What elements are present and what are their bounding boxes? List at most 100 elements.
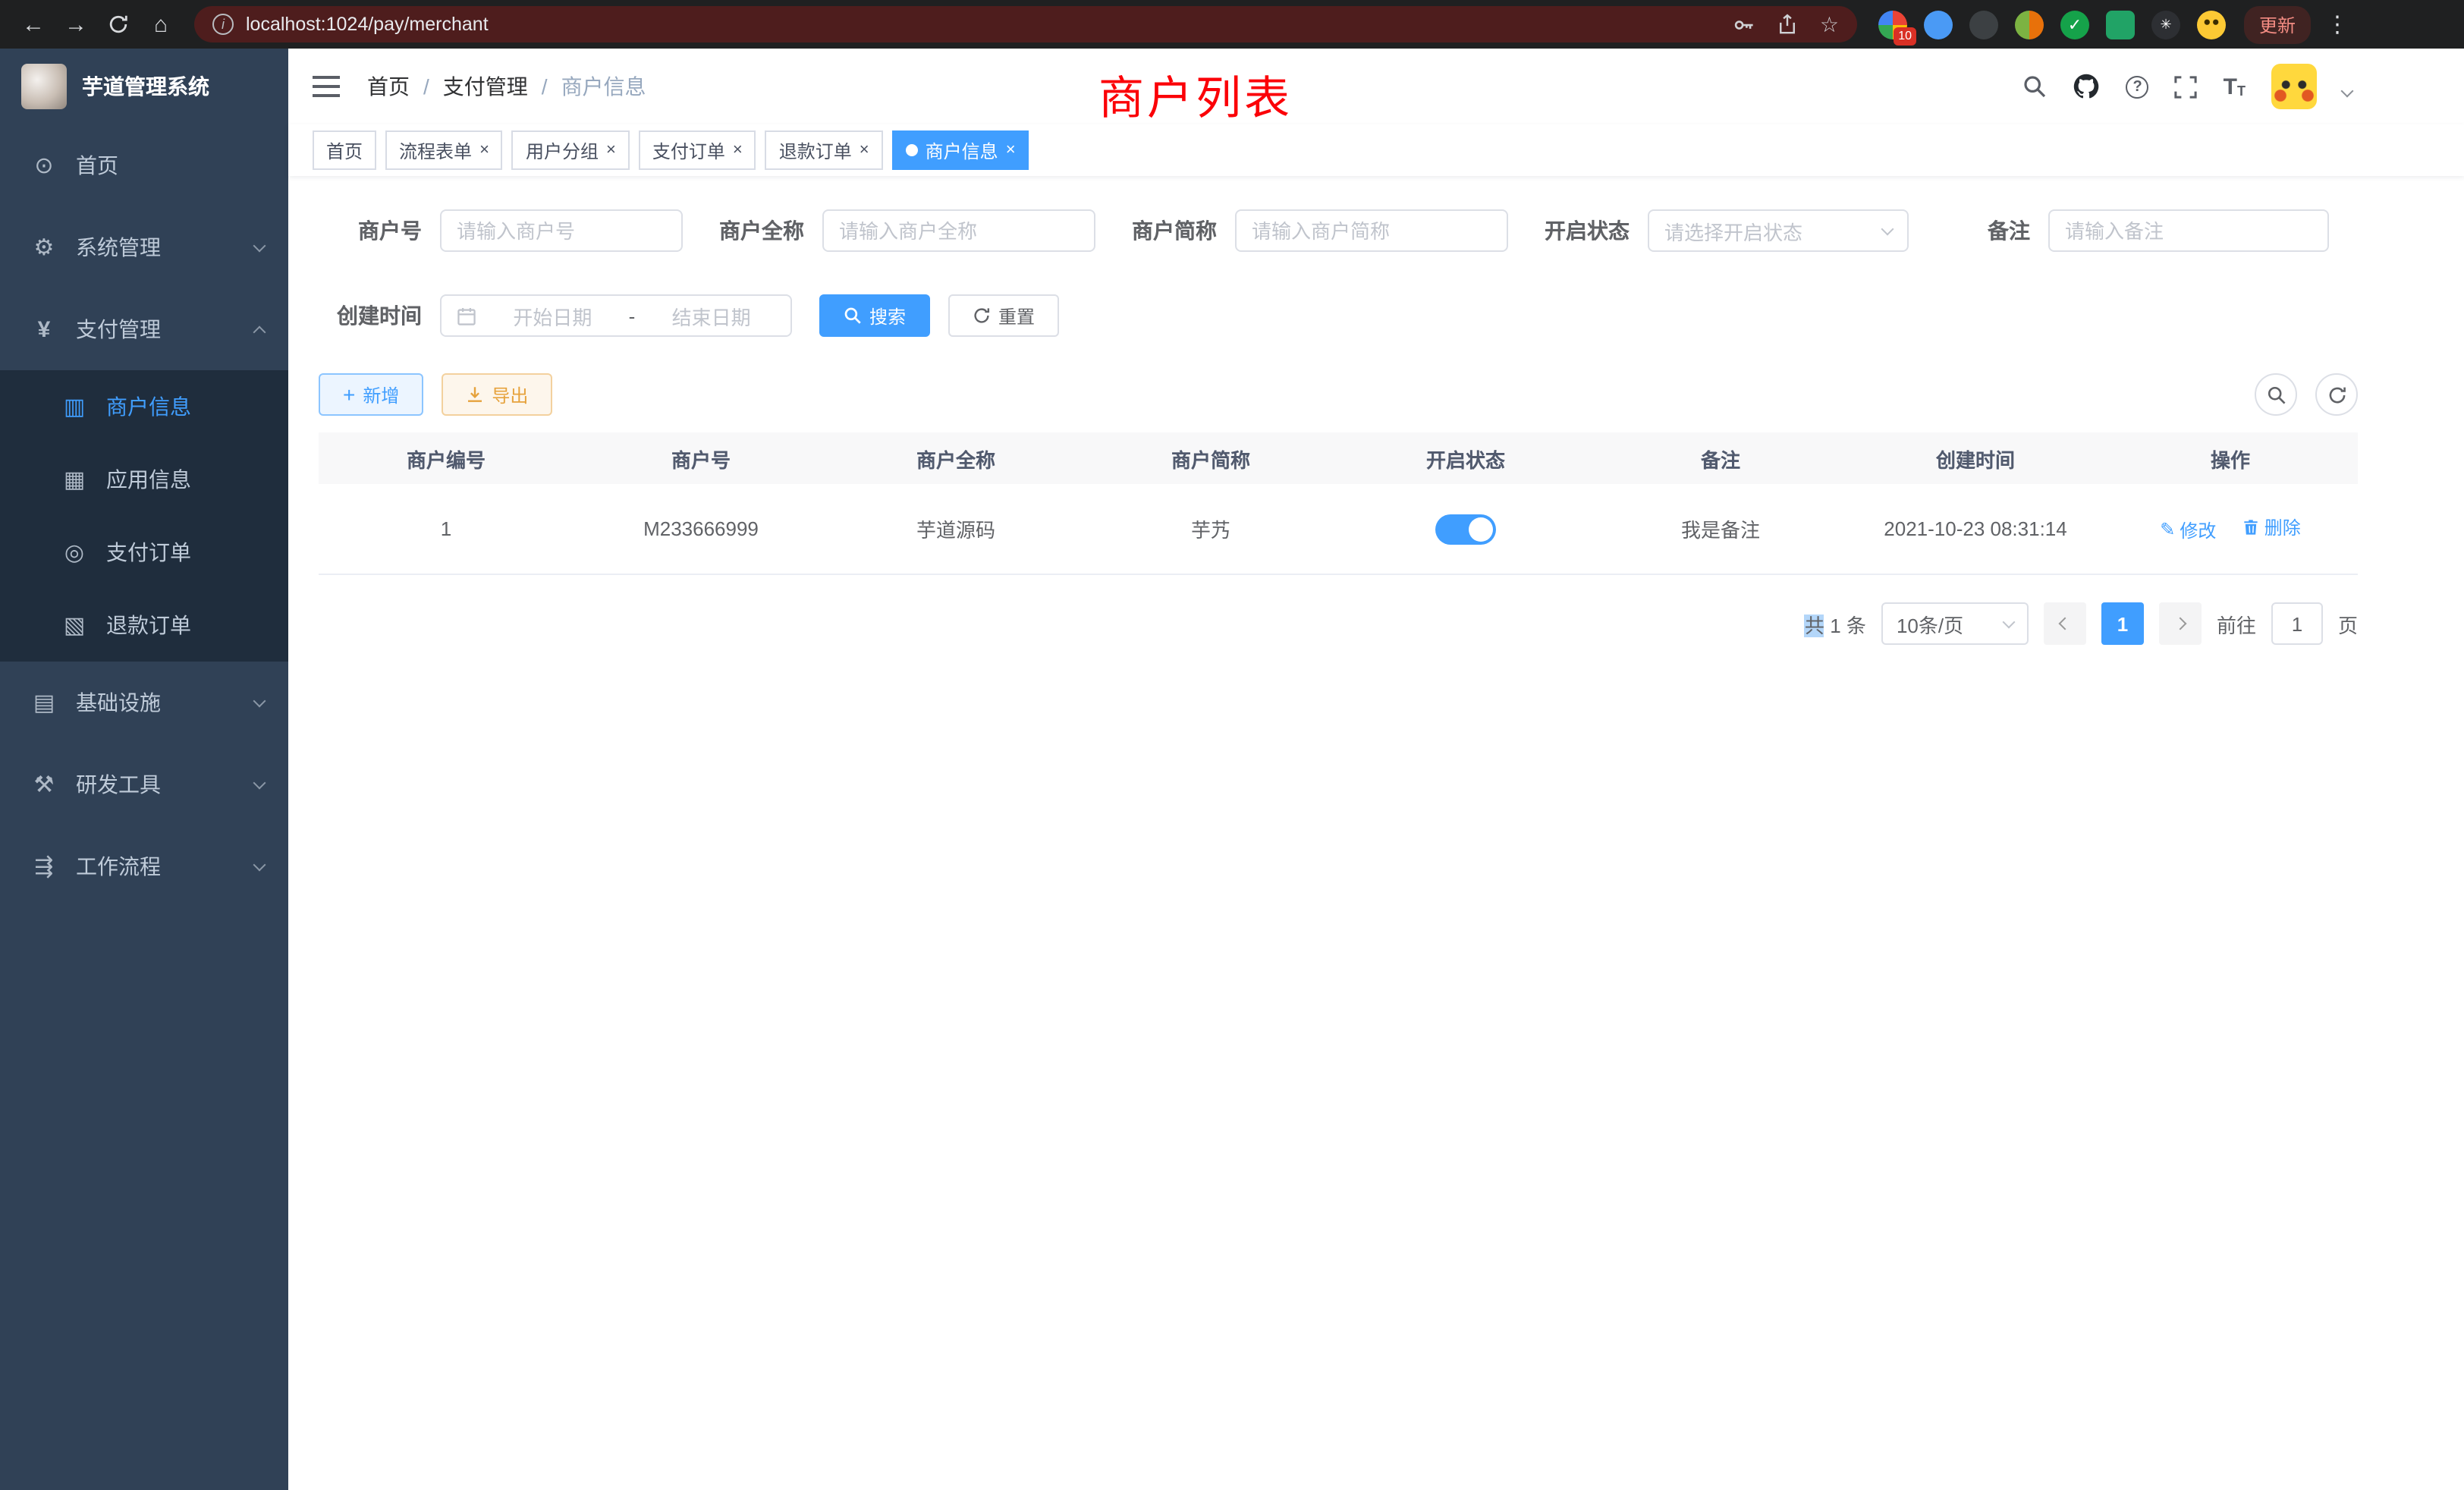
sidebar-item-pay-mgmt[interactable]: ¥ 支付管理 bbox=[0, 288, 288, 370]
fullscreen-icon[interactable] bbox=[2175, 75, 2198, 98]
extension-icon-pinwheel[interactable]: ✳ bbox=[2151, 10, 2180, 39]
sidebar-item-home[interactable]: ⊙ 首页 bbox=[0, 124, 288, 206]
extension-icon-green-square[interactable] bbox=[2106, 10, 2135, 39]
app-logo[interactable]: 芋道管理系统 bbox=[0, 49, 288, 124]
create-time-label: 创建时间 bbox=[319, 300, 422, 331]
browser-update-button[interactable]: 更新 bbox=[2244, 5, 2311, 43]
search-icon[interactable] bbox=[2023, 74, 2048, 99]
tab-label: 流程表单 bbox=[399, 137, 472, 163]
tab-merchant-info[interactable]: 商户信息 × bbox=[892, 130, 1029, 170]
sidebar-submenu-pay: ▥ 商户信息 ▦ 应用信息 ◎ 支付订单 ▧ 退款订单 bbox=[0, 370, 288, 662]
pagination-total: 共 1 条 bbox=[1805, 609, 1866, 638]
goto-label: 前往 bbox=[2217, 609, 2256, 638]
bookmark-star-icon[interactable]: ☆ bbox=[1820, 11, 1839, 37]
edit-link[interactable]: ✎ 修改 bbox=[2160, 517, 2216, 543]
tab-refund-order[interactable]: 退款订单 × bbox=[765, 130, 883, 170]
tools-icon: ⚒ bbox=[30, 771, 58, 798]
extension-icon-dark[interactable] bbox=[1969, 10, 1998, 39]
github-icon[interactable] bbox=[2073, 73, 2101, 100]
sidebar-item-refund-order[interactable]: ▧ 退款订单 bbox=[0, 589, 288, 662]
tab-process-form[interactable]: 流程表单 × bbox=[385, 130, 503, 170]
status-toggle[interactable] bbox=[1435, 514, 1496, 544]
export-button[interactable]: 导出 bbox=[442, 373, 552, 416]
share-icon[interactable] bbox=[1777, 14, 1799, 35]
merchant-short-label: 商户简称 bbox=[1114, 215, 1217, 246]
cell-remark: 我是备注 bbox=[1593, 514, 1848, 543]
edit-link-label: 修改 bbox=[2180, 517, 2216, 543]
infra-icon: ▤ bbox=[30, 689, 58, 716]
browser-menu-icon[interactable]: ⋮ bbox=[2326, 11, 2349, 38]
status-select[interactable]: 请选择开启状态 bbox=[1648, 209, 1909, 252]
tab-user-group[interactable]: 用户分组 × bbox=[512, 130, 630, 170]
total-count: 1 bbox=[1830, 614, 1840, 637]
sidebar-item-infrastructure[interactable]: ▤ 基础设施 bbox=[0, 662, 288, 743]
chevron-up-icon bbox=[253, 325, 266, 338]
remark-input[interactable] bbox=[2048, 209, 2329, 252]
search-button[interactable]: 搜索 bbox=[819, 294, 930, 337]
extension-icon-badged[interactable]: 10 bbox=[1878, 10, 1907, 39]
tab-pay-order[interactable]: 支付订单 × bbox=[639, 130, 756, 170]
refresh-button[interactable] bbox=[2315, 373, 2358, 416]
tab-label: 商户信息 bbox=[926, 137, 998, 163]
browser-reload-icon[interactable] bbox=[97, 5, 140, 44]
browser-forward-icon[interactable]: → bbox=[55, 5, 97, 44]
col-remark: 备注 bbox=[1593, 444, 1848, 473]
add-button[interactable]: + 新增 bbox=[319, 373, 423, 416]
page-size-select[interactable]: 10条/页 bbox=[1881, 602, 2029, 645]
extension-icon-blue[interactable] bbox=[1924, 10, 1953, 39]
merchant-no-input[interactable] bbox=[440, 209, 683, 252]
breadcrumb-pay-mgmt[interactable]: 支付管理 bbox=[443, 71, 528, 102]
font-size-icon[interactable]: TT bbox=[2224, 75, 2246, 98]
gear-icon: ⚙ bbox=[30, 234, 58, 261]
password-key-icon[interactable] bbox=[1733, 13, 1756, 36]
close-icon[interactable]: × bbox=[860, 142, 869, 159]
sidebar-item-merchant-info[interactable]: ▥ 商户信息 bbox=[0, 370, 288, 443]
sidebar-toggle-icon[interactable] bbox=[313, 76, 340, 97]
sidebar-item-dev-tools[interactable]: ⚒ 研发工具 bbox=[0, 743, 288, 825]
merchant-name-input[interactable] bbox=[822, 209, 1095, 252]
help-icon[interactable]: ? bbox=[2126, 75, 2149, 98]
extension-icon-avatar[interactable] bbox=[2015, 10, 2044, 39]
site-info-icon[interactable]: i bbox=[212, 14, 234, 35]
extension-icon-yellow[interactable] bbox=[2197, 10, 2226, 39]
user-avatar[interactable] bbox=[2271, 64, 2317, 109]
browser-home-icon[interactable]: ⌂ bbox=[140, 5, 182, 44]
close-icon[interactable]: × bbox=[733, 142, 743, 159]
cell-status bbox=[1338, 514, 1593, 544]
app-title: 芋道管理系统 bbox=[82, 71, 209, 102]
browser-back-icon[interactable]: ← bbox=[12, 5, 55, 44]
next-page-button[interactable] bbox=[2159, 602, 2202, 645]
page-1-button[interactable]: 1 bbox=[2101, 602, 2144, 645]
browser-address-bar[interactable]: i localhost:1024/pay/merchant ☆ bbox=[194, 6, 1857, 42]
show-search-button[interactable] bbox=[2255, 373, 2297, 416]
navbar-actions: ? TT bbox=[2023, 64, 2352, 109]
sidebar-item-workflow[interactable]: ⇶ 工作流程 bbox=[0, 825, 288, 907]
col-merchant-no: 商户号 bbox=[574, 444, 828, 473]
cell-merchant-id: 1 bbox=[319, 517, 574, 540]
tab-label: 首页 bbox=[326, 137, 363, 163]
extension-icon-green-check[interactable]: ✓ bbox=[2060, 10, 2089, 39]
goto-page-input[interactable] bbox=[2271, 602, 2323, 645]
avatar-caret-icon[interactable] bbox=[2341, 85, 2354, 98]
merchant-short-input[interactable] bbox=[1235, 209, 1508, 252]
close-icon[interactable]: × bbox=[1006, 142, 1016, 159]
close-icon[interactable]: × bbox=[479, 142, 489, 159]
col-status: 开启状态 bbox=[1338, 444, 1593, 473]
date-range-picker[interactable]: 开始日期 - 结束日期 bbox=[440, 294, 792, 337]
sidebar-item-app-info[interactable]: ▦ 应用信息 bbox=[0, 443, 288, 516]
sidebar-item-pay-order[interactable]: ◎ 支付订单 bbox=[0, 516, 288, 589]
refund-icon: ▧ bbox=[61, 611, 88, 639]
trash-icon bbox=[2243, 520, 2260, 536]
prev-page-button[interactable] bbox=[2044, 602, 2086, 645]
sidebar-item-label: 研发工具 bbox=[76, 769, 161, 800]
breadcrumb-home[interactable]: 首页 bbox=[367, 71, 410, 102]
reset-button[interactable]: 重置 bbox=[948, 294, 1059, 337]
close-icon[interactable]: × bbox=[606, 142, 616, 159]
tab-home[interactable]: 首页 bbox=[313, 130, 376, 170]
sidebar-item-system-mgmt[interactable]: ⚙ 系统管理 bbox=[0, 206, 288, 288]
extensions-row: 10 ✓ ✳ bbox=[1878, 10, 2226, 39]
delete-link[interactable]: 删除 bbox=[2243, 515, 2301, 541]
page-unit-label: 页 bbox=[2338, 609, 2358, 638]
export-button-label: 导出 bbox=[492, 382, 528, 407]
merchant-table: 商户编号 商户号 商户全称 商户简称 开启状态 备注 创建时间 操作 1 M23… bbox=[319, 432, 2358, 575]
